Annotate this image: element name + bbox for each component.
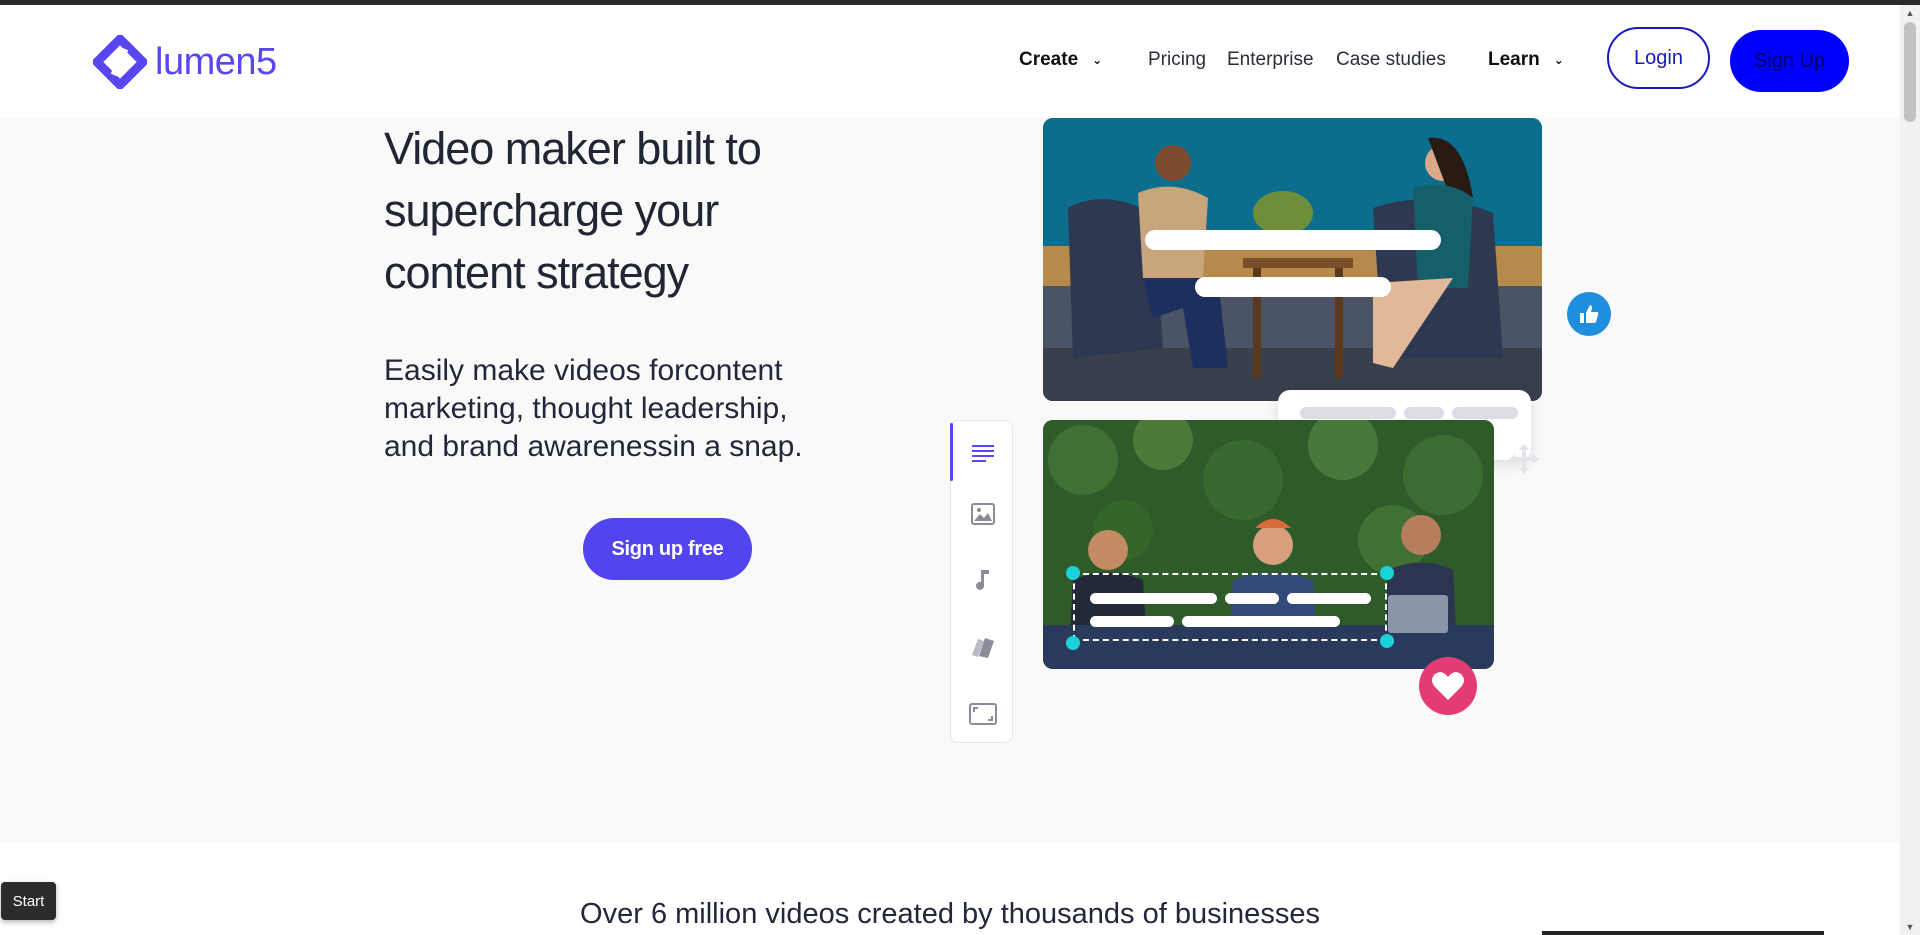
nav-learn-label: Learn: [1488, 49, 1540, 70]
scrollbar-thumb[interactable]: [1904, 22, 1916, 122]
text-lines-icon[interactable]: [951, 428, 1014, 478]
image-icon[interactable]: [951, 489, 1014, 539]
caption-placeholder-line: [1225, 593, 1279, 604]
caption-placeholder-line: [1090, 616, 1174, 627]
resize-handle[interactable]: [1066, 636, 1080, 650]
caption-placeholder-line: [1287, 593, 1371, 604]
color-swatch-icon[interactable]: [951, 622, 1014, 672]
resize-handle[interactable]: [1066, 566, 1080, 580]
nav-enterprise[interactable]: Enterprise: [1227, 49, 1314, 71]
logo-text: lumen5: [155, 40, 277, 83]
hero-subtitle-line: and brand awarenessin a snap.: [384, 430, 803, 463]
caption-placeholder-bar: [1452, 407, 1518, 419]
caption-placeholder-bar: [1404, 407, 1444, 419]
hero-subtitle: Easily make videos forcontent marketing,…: [384, 352, 854, 466]
text-selection-box[interactable]: [1073, 573, 1387, 641]
nav-create[interactable]: Create ⌄: [1019, 49, 1102, 71]
hero-title: Video maker built to supercharge your co…: [384, 118, 864, 304]
caption-placeholder-bar: [1300, 407, 1396, 419]
hero-title-line: content strategy: [384, 247, 689, 298]
heart-badge: [1419, 657, 1477, 715]
hero-subtitle-line: marketing, thought leadership,: [384, 392, 788, 425]
signup-free-button[interactable]: Sign up free: [583, 518, 752, 580]
nav-pricing[interactable]: Pricing: [1148, 49, 1206, 71]
editor-side-panel: [950, 420, 1013, 743]
logo[interactable]: lumen5: [93, 35, 277, 89]
login-button[interactable]: Login: [1607, 27, 1710, 89]
nav-create-label: Create: [1019, 49, 1079, 70]
page-scrollbar[interactable]: [1900, 5, 1920, 935]
caption-placeholder-line: [1182, 616, 1340, 627]
chevron-down-icon: ⌄: [1092, 52, 1103, 67]
signup-button[interactable]: Sign Up: [1730, 30, 1849, 92]
aspect-ratio-icon[interactable]: [951, 689, 1014, 739]
like-badge: [1567, 292, 1611, 336]
resize-handle[interactable]: [1380, 566, 1394, 580]
music-note-icon[interactable]: [951, 555, 1014, 605]
lumen5-logo-icon: [93, 35, 147, 89]
heart-icon: [1432, 672, 1464, 700]
chevron-down-icon: ⌄: [1553, 52, 1564, 67]
trust-statement: Over 6 million videos created by thousan…: [580, 898, 1320, 930]
caption-placeholder-line: [1195, 277, 1391, 297]
scroll-up-arrow-icon[interactable]: ▲: [1904, 8, 1916, 18]
nav-learn[interactable]: Learn ⌄: [1488, 49, 1564, 71]
caption-placeholder-line: [1145, 230, 1441, 250]
scroll-down-arrow-icon[interactable]: ▼: [1904, 922, 1916, 932]
hero-photo-conversation: [1043, 118, 1542, 401]
thumbs-up-icon: [1580, 305, 1599, 323]
site-header: lumen5 Create ⌄ Pricing Enterprise Case s…: [0, 5, 1900, 118]
hero-subtitle-line: Easily make videos forcontent: [384, 354, 783, 387]
hero-title-line: Video maker built to: [384, 123, 762, 174]
hero-title-line: supercharge your: [384, 185, 719, 236]
caption-placeholder-line: [1090, 593, 1217, 604]
nav-case-studies[interactable]: Case studies: [1336, 49, 1446, 71]
start-button[interactable]: Start: [1, 882, 56, 920]
resize-handle[interactable]: [1380, 634, 1394, 648]
partial-element-edge: [1542, 931, 1824, 935]
move-arrows-icon[interactable]: [1507, 442, 1541, 476]
